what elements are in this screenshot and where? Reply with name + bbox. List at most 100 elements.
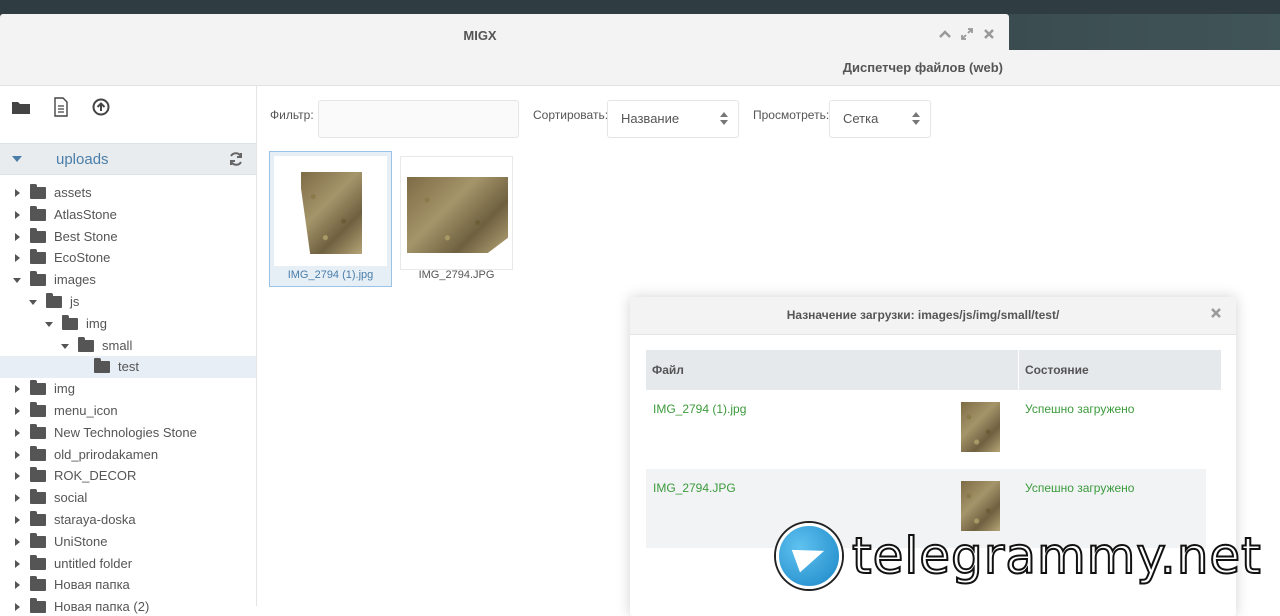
file-thumbnail[interactable]: IMG_2794.JPG [400, 156, 513, 281]
chevron-right-icon[interactable] [15, 210, 20, 219]
tree-node[interactable]: Best Stone [0, 226, 256, 248]
tree-node-label: js [70, 293, 80, 309]
tree-node-label: EcoStone [54, 250, 111, 266]
chevron-right-icon[interactable] [15, 385, 20, 394]
tree-node[interactable]: social [0, 487, 256, 509]
tree-node-label: img [54, 381, 75, 397]
file-name: IMG_2794 (1).jpg [287, 269, 374, 281]
tree-root-uploads[interactable]: uploads [0, 143, 256, 175]
upload-icon[interactable] [90, 96, 112, 118]
tree-node[interactable]: js [0, 291, 256, 313]
tree-node[interactable]: menu_icon [0, 400, 256, 422]
folder-icon [30, 205, 46, 221]
refresh-icon[interactable] [228, 151, 244, 172]
tree-node-label: small [102, 337, 133, 353]
tree-node-label: UniStone [54, 533, 108, 549]
folder-tree-panel: uploads assets AtlasStone Best Stone EcoSto… [0, 86, 257, 614]
folder-icon [30, 445, 46, 461]
view-select[interactable]: Сетка [829, 100, 931, 138]
folder-icon[interactable] [10, 96, 32, 118]
table-row: IMG_2794 (1).jpg Успешно загружено [646, 390, 1206, 469]
upload-dialog-title: Назначение загрузки: images/js/img/small… [786, 308, 1060, 322]
folder-icon [30, 271, 46, 287]
telegram-icon [776, 523, 842, 589]
chevron-down-icon[interactable] [13, 278, 21, 284]
tree-node[interactable]: AtlasStone [0, 204, 256, 226]
folder-icon [30, 227, 46, 243]
chevron-right-icon[interactable] [15, 428, 20, 437]
upload-dialog-header[interactable]: Назначение загрузки: images/js/img/small… [630, 297, 1236, 335]
tree-node[interactable]: EcoStone [0, 247, 256, 269]
collapse-icon[interactable] [937, 26, 953, 42]
tree-node-label: staraya-doska [54, 511, 136, 527]
filter-input[interactable] [318, 100, 519, 138]
tree-node[interactable]: old_prirodakamen [0, 444, 256, 466]
chevron-right-icon[interactable] [15, 450, 20, 459]
tree-node[interactable]: Новая папка [0, 574, 256, 596]
folder-icon [30, 467, 46, 483]
chevron-right-icon[interactable] [15, 494, 20, 503]
maximize-icon[interactable] [959, 26, 975, 42]
chevron-right-icon[interactable] [15, 189, 20, 197]
close-icon[interactable] [981, 26, 997, 42]
file-thumbnail[interactable]: IMG_2794 (1).jpg [269, 151, 392, 287]
chevron-right-icon[interactable] [15, 515, 20, 524]
tree-node-label: New Technologies Stone [54, 424, 197, 440]
folder-icon [30, 423, 46, 439]
tree-node[interactable]: test [0, 356, 256, 379]
tree-node[interactable]: ROK_DECOR [0, 465, 256, 487]
folder-icon [62, 314, 78, 330]
folder-icon [30, 554, 46, 570]
tree-node[interactable]: img [0, 378, 256, 400]
upload-thumbnail [961, 402, 1000, 452]
image-preview [405, 161, 508, 253]
upload-status: Успешно загружено [1025, 481, 1135, 495]
chevron-right-icon[interactable] [15, 406, 20, 415]
sort-select-value: Название [621, 111, 680, 126]
chevron-right-icon[interactable] [15, 472, 20, 481]
folder-tree: assets AtlasStone Best Stone EcoStone images… [0, 182, 256, 616]
chevron-down-icon[interactable] [29, 299, 37, 305]
tree-node[interactable]: small [0, 335, 256, 357]
chevron-right-icon[interactable] [15, 581, 20, 590]
tree-node[interactable]: UniStone [0, 531, 256, 553]
tree-node[interactable]: images [0, 269, 256, 291]
column-header-file: Файл [646, 350, 1018, 390]
tree-root-label: uploads [56, 151, 109, 168]
folder-icon [94, 358, 110, 374]
filter-bar: Фильтр: Сортировать: Название Просмотрет… [257, 86, 1280, 138]
upload-file-name: IMG_2794 (1).jpg [653, 402, 747, 416]
sort-label: Сортировать: [533, 108, 609, 122]
chevron-right-icon[interactable] [15, 537, 20, 546]
file-icon[interactable] [50, 96, 72, 118]
tree-toolbar [10, 96, 112, 118]
chevron-right-icon[interactable] [15, 232, 20, 241]
sort-select[interactable]: Название [607, 100, 739, 138]
tree-node[interactable]: Новая папка (2) [0, 596, 256, 616]
folder-icon [30, 510, 46, 526]
chevron-down-icon[interactable] [12, 156, 22, 162]
chevron-right-icon[interactable] [15, 254, 20, 263]
select-arrows-icon [720, 112, 728, 126]
file-manager-header: Диспетчер файлов (web) [0, 50, 1280, 86]
chevron-right-icon[interactable] [15, 603, 20, 612]
close-icon[interactable] [1210, 306, 1222, 324]
tree-node[interactable]: untitled folder [0, 553, 256, 575]
chevron-down-icon[interactable] [61, 343, 69, 349]
tree-node-label: Best Stone [54, 228, 118, 244]
column-header-status: Состояние [1019, 350, 1221, 390]
tree-node[interactable]: assets [0, 182, 256, 204]
tree-node[interactable]: img [0, 313, 256, 335]
file-manager-title: Диспетчер файлов (web) [842, 60, 1003, 75]
tree-node-label: Новая папка (2) [54, 599, 150, 615]
window-title: MIGX [463, 28, 497, 43]
chevron-right-icon[interactable] [15, 559, 20, 568]
tree-node[interactable]: staraya-doska [0, 509, 256, 531]
tree-node-label: ROK_DECOR [54, 468, 137, 484]
tree-node[interactable]: New Technologies Stone [0, 422, 256, 444]
chevron-down-icon[interactable] [45, 321, 53, 327]
file-name: IMG_2794.JPG [418, 269, 495, 281]
window-controls [937, 26, 997, 42]
image-preview [274, 156, 387, 266]
filter-label: Фильтр: [270, 108, 314, 122]
